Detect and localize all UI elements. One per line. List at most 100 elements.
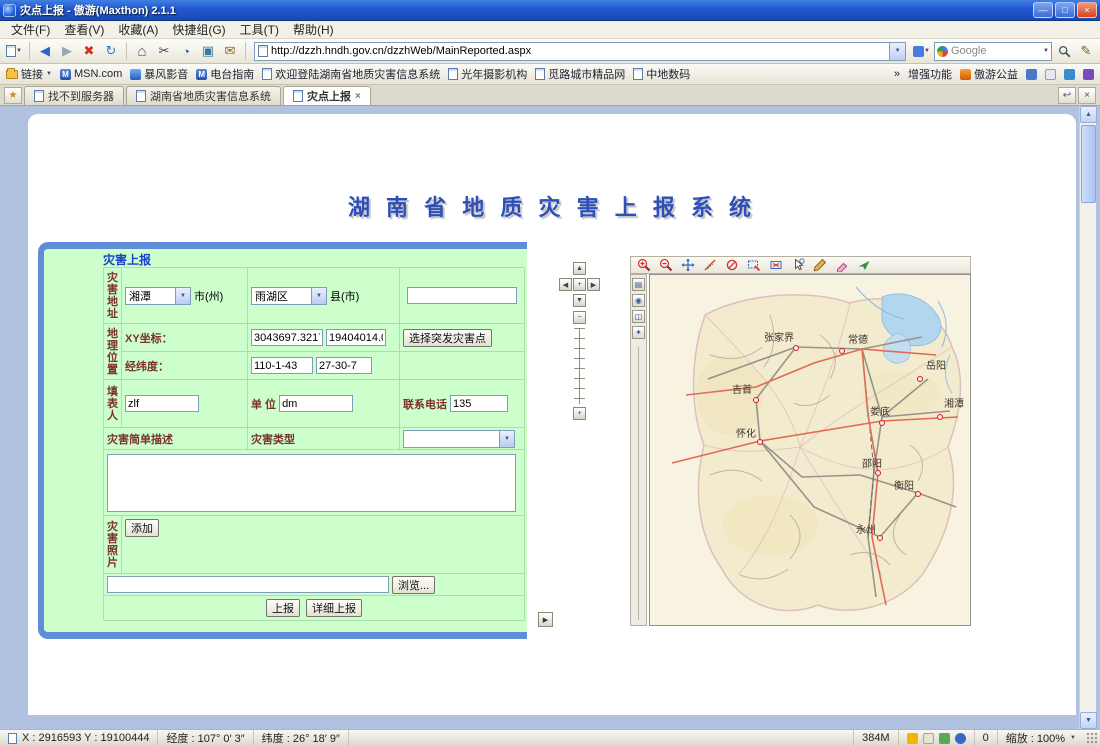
filler-name-input[interactable] xyxy=(125,395,199,412)
add-photo-button[interactable]: 添加 xyxy=(125,519,159,537)
zoom-out-button[interactable] xyxy=(655,258,676,273)
pan-right-button[interactable]: ▶ xyxy=(587,278,600,291)
zoom-in-button[interactable] xyxy=(633,258,654,273)
x-coordinate-input[interactable] xyxy=(251,329,323,346)
pan-left-button[interactable]: ◀ xyxy=(559,278,572,291)
tab-hunan-geo-system[interactable]: 湖南省地质灾害信息系统 xyxy=(126,86,281,105)
pan-button[interactable] xyxy=(677,258,698,273)
menu-favorites[interactable]: 收藏(A) xyxy=(111,20,165,39)
vertical-scrollbar[interactable]: ▲ ▼ xyxy=(1079,106,1096,729)
shield-icon[interactable] xyxy=(939,733,950,744)
maximize-button[interactable]: □ xyxy=(1055,2,1075,18)
maxthon-charity-button[interactable]: 傲游公益 xyxy=(960,66,1018,82)
city-select[interactable]: 湘潭 ▼ xyxy=(125,287,191,305)
map-canvas[interactable]: 张家界 常德 岳阳 吉首 娄底 湘潭 怀化 邵阳 衡阳 永州 xyxy=(649,274,971,626)
phone-input[interactable] xyxy=(450,395,508,412)
download-icon[interactable] xyxy=(1064,69,1075,80)
latitude-input[interactable] xyxy=(316,357,372,374)
clear-selection-button[interactable] xyxy=(721,258,742,273)
select-rectangle-button[interactable] xyxy=(765,258,786,273)
scrollbar-thumb[interactable] xyxy=(1081,125,1096,203)
refresh-button[interactable]: ↻ xyxy=(101,41,121,61)
mail-button[interactable]: ✉ xyxy=(220,41,240,61)
tab-close-icon[interactable]: × xyxy=(355,91,361,102)
highlight-button[interactable]: ✦ xyxy=(632,326,645,339)
identify-button[interactable] xyxy=(787,258,808,273)
panel-collapse-button[interactable]: ▶ xyxy=(538,612,553,627)
resize-grip[interactable] xyxy=(1086,732,1098,744)
close-tab-button[interactable]: × xyxy=(1078,87,1096,104)
boost-icon[interactable] xyxy=(907,733,918,744)
address-input[interactable] xyxy=(268,44,889,59)
pan-up-button[interactable]: ▲ xyxy=(573,262,586,275)
zoom-slider[interactable] xyxy=(574,328,585,404)
zoom-out-step-button[interactable]: − xyxy=(573,311,586,324)
history-clock-button[interactable]: ◔ xyxy=(176,41,196,61)
forward-button[interactable]: ▶ xyxy=(57,41,77,61)
pick-disaster-point-button[interactable]: 选择突发灾害点 xyxy=(403,329,492,347)
stop-button[interactable]: ✖ xyxy=(79,41,99,61)
menu-groups[interactable]: 快捷组(G) xyxy=(165,20,232,39)
browse-button[interactable]: 浏览... xyxy=(392,576,435,594)
detail-submit-button[interactable]: 详细上报 xyxy=(306,599,362,617)
link-msn[interactable]: M MSN.com xyxy=(60,68,122,80)
address-dropdown-button[interactable]: ▼ xyxy=(889,43,905,60)
pan-center-button[interactable]: + xyxy=(573,278,586,291)
menu-tools[interactable]: 工具(T) xyxy=(233,20,286,39)
enhance-features-button[interactable]: 增强功能 xyxy=(908,66,952,82)
y-coordinate-input[interactable] xyxy=(326,329,386,346)
snap-tool-button[interactable]: ✂ xyxy=(154,41,174,61)
zoom-rectangle-button[interactable] xyxy=(743,258,764,273)
search-go-button[interactable] xyxy=(1054,41,1074,61)
reopen-closed-tab-button[interactable]: ↩ xyxy=(1058,87,1076,104)
menu-help[interactable]: 帮助(H) xyxy=(286,20,341,39)
back-button[interactable]: ◀ xyxy=(35,41,55,61)
eraser-button[interactable] xyxy=(831,258,852,273)
globe-icon[interactable] xyxy=(955,733,966,744)
overview-button[interactable]: ◉ xyxy=(632,294,645,307)
link-photo[interactable]: 光年摄影机构 xyxy=(448,66,527,82)
zoom-control[interactable]: 缩放 : 100% ▼ xyxy=(997,730,1084,746)
screenshot-button[interactable]: ▣ xyxy=(198,41,218,61)
panel-icon[interactable] xyxy=(1045,69,1056,80)
description-textarea[interactable] xyxy=(107,454,516,512)
address-detail-input[interactable] xyxy=(407,287,517,304)
sidebar-toggle-icon[interactable] xyxy=(1026,69,1037,80)
minimize-button[interactable]: — xyxy=(1033,2,1053,18)
link-city[interactable]: 觅路城市精品网 xyxy=(535,66,625,82)
search-box[interactable]: Google ▼ xyxy=(934,42,1052,61)
scroll-up-button[interactable]: ▲ xyxy=(1080,106,1097,123)
longitude-input[interactable] xyxy=(251,357,313,374)
unit-input[interactable] xyxy=(279,395,353,412)
link-radio[interactable]: M 电台指南 xyxy=(196,66,254,82)
menu-file[interactable]: 文件(F) xyxy=(4,20,57,39)
tab-server-not-found[interactable]: 找不到服务器 xyxy=(24,86,124,105)
links-overflow-button[interactable]: » xyxy=(894,68,900,80)
measure-distance-button[interactable] xyxy=(699,258,720,273)
search-input[interactable]: Google xyxy=(951,45,1040,57)
folder-icon[interactable] xyxy=(923,733,934,744)
scroll-down-button[interactable]: ▼ xyxy=(1080,712,1097,729)
county-select[interactable]: 雨湖区 ▼ xyxy=(251,287,327,305)
zoom-in-step-button[interactable]: + xyxy=(573,407,586,420)
menu-view[interactable]: 查看(V) xyxy=(57,20,111,39)
disaster-type-select[interactable]: ▼ xyxy=(403,430,515,448)
pan-down-button[interactable]: ▼ xyxy=(573,294,586,307)
tab-disaster-report[interactable]: 灾点上报 × xyxy=(283,86,371,105)
file-path-input[interactable] xyxy=(107,576,389,593)
link-baofeng[interactable]: 暴风影音 xyxy=(130,66,188,82)
submit-button[interactable]: 上报 xyxy=(266,599,300,617)
favorites-panel-button[interactable]: ★ xyxy=(4,87,22,104)
new-tab-button[interactable]: ▼ xyxy=(4,41,24,61)
legend-button[interactable]: ◫ xyxy=(632,310,645,323)
layers-button[interactable]: ▤ xyxy=(632,278,645,291)
link-hunan-geo[interactable]: 欢迎登陆湖南省地质灾害信息系统 xyxy=(262,66,440,82)
plugin-icon[interactable] xyxy=(1083,69,1094,80)
links-folder-item[interactable]: 链接 ▼ xyxy=(6,66,52,82)
engine-select-button[interactable]: ▼ xyxy=(911,41,932,61)
home-button[interactable]: ⌂ xyxy=(132,41,152,61)
fly-to-button[interactable] xyxy=(853,258,874,273)
highlight-pen-button[interactable]: ✎ xyxy=(1076,41,1096,61)
close-button[interactable]: × xyxy=(1077,2,1097,18)
draw-point-button[interactable] xyxy=(809,258,830,273)
